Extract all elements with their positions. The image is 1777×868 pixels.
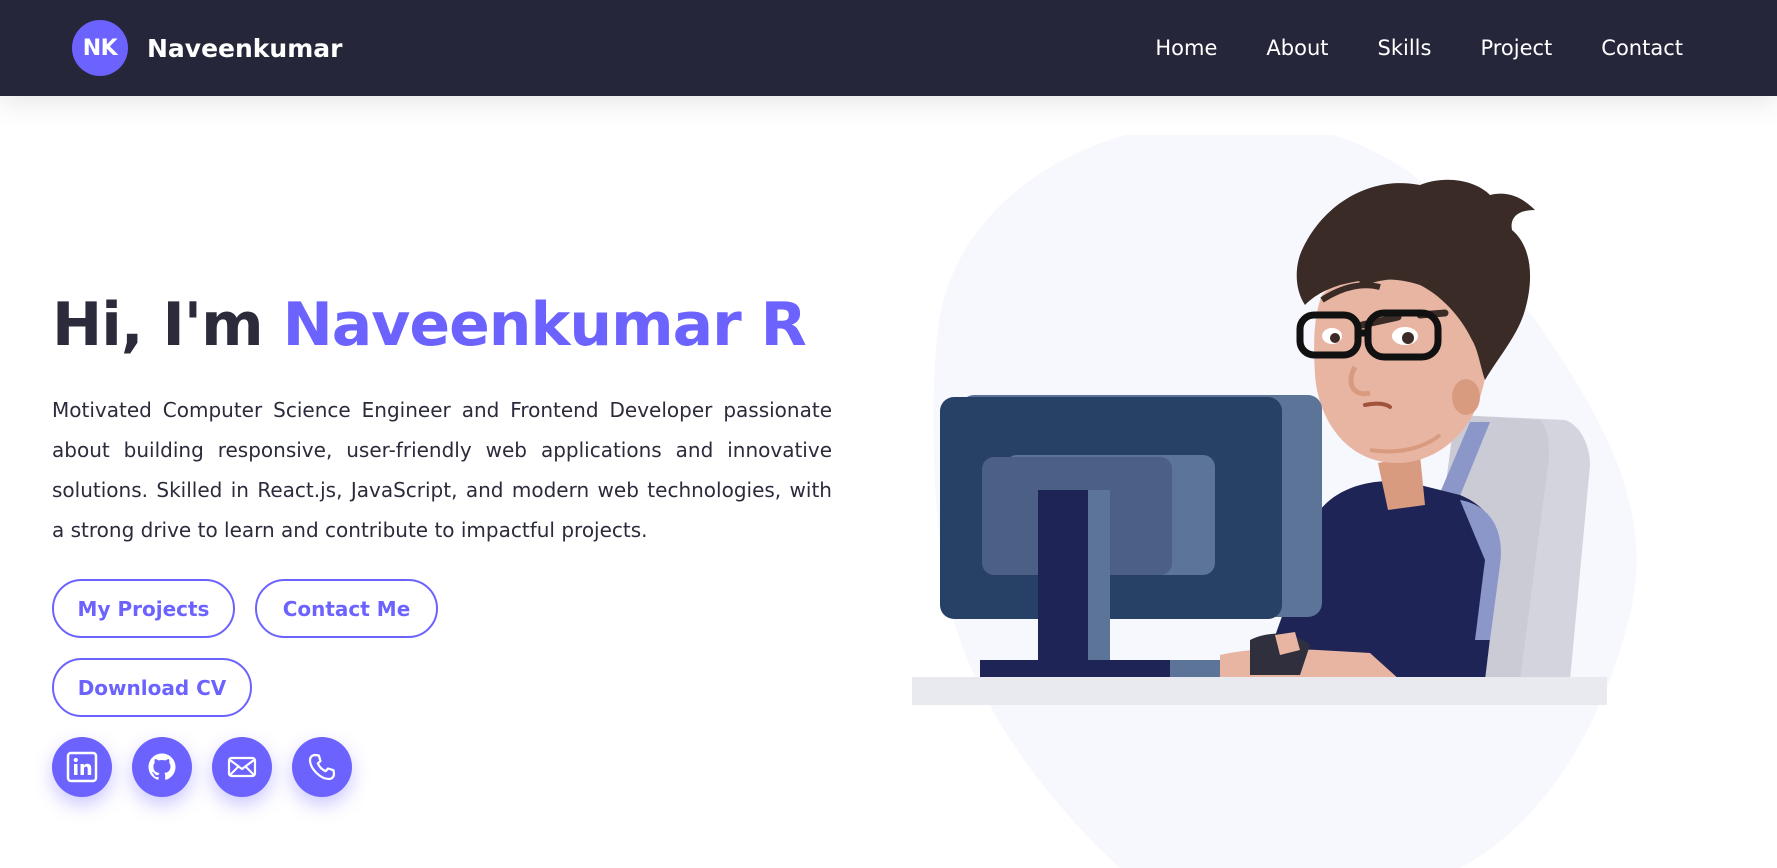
my-projects-button[interactable]: My Projects (52, 579, 235, 638)
nav-link-about[interactable]: About (1266, 36, 1328, 60)
cv-row: Download CV (52, 658, 252, 717)
hero-name: Naveenkumar R (282, 290, 807, 360)
nav-link-home[interactable]: Home (1155, 36, 1217, 60)
linkedin-link[interactable] (52, 737, 112, 797)
nav-link-skills[interactable]: Skills (1378, 36, 1432, 60)
email-link[interactable] (212, 737, 272, 797)
phone-link[interactable] (292, 737, 352, 797)
cta-row: My Projects Contact Me (52, 579, 438, 638)
hero-text: Hi, I'm Naveenkumar R Motivated Computer… (52, 290, 832, 550)
mail-icon (227, 756, 257, 778)
desk (912, 677, 1607, 705)
nav-links: Home About Skills Project Contact (1155, 36, 1705, 60)
social-links (52, 737, 352, 797)
nav-link-project[interactable]: Project (1480, 36, 1552, 60)
hero-title: Hi, I'm Naveenkumar R (52, 290, 832, 360)
brand[interactable]: NK Naveenkumar (72, 20, 342, 76)
github-icon (148, 753, 176, 780)
hero-description: Motivated Computer Science Engineer and … (52, 398, 832, 542)
github-link[interactable] (132, 737, 192, 797)
contact-me-button[interactable]: Contact Me (255, 579, 438, 638)
navbar: NK Naveenkumar Home About Skills Project… (0, 0, 1777, 96)
download-cv-button[interactable]: Download CV (52, 658, 252, 717)
brand-name: Naveenkumar (147, 33, 343, 63)
linkedin-icon (66, 751, 98, 783)
developer-illustration (912, 135, 1637, 868)
nav-link-contact[interactable]: Contact (1601, 36, 1683, 60)
hero-greeting: Hi, I'm (52, 290, 264, 360)
phone-icon (308, 753, 336, 781)
logo-badge: NK (72, 20, 128, 76)
